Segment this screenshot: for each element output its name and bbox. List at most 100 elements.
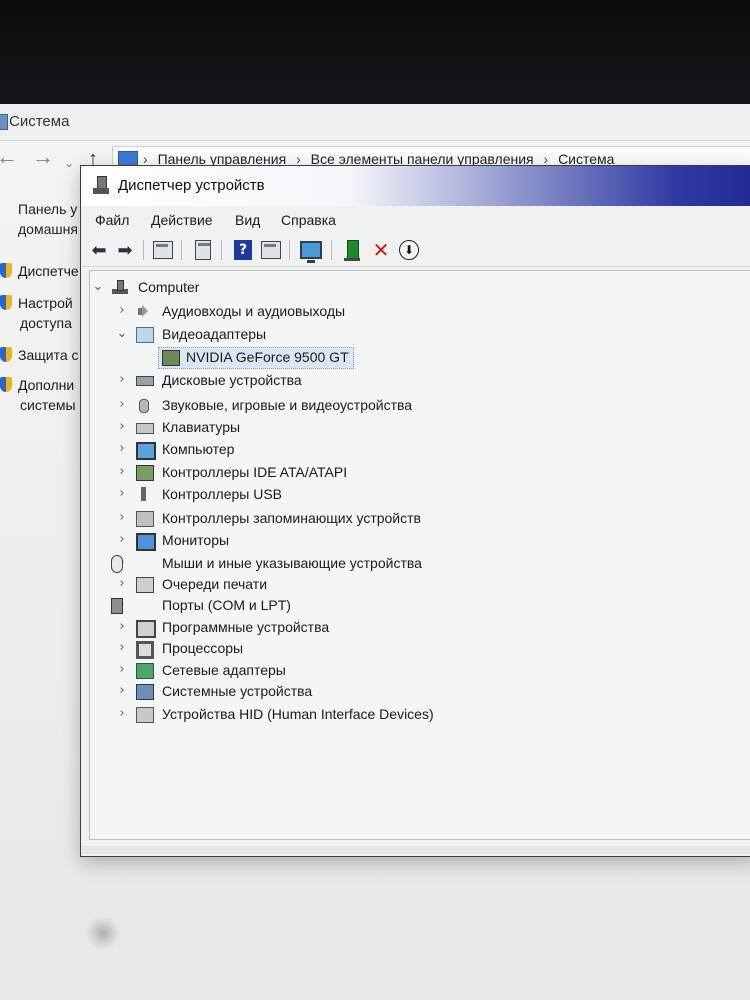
tree-item-label: Дисковые устройства (162, 372, 302, 388)
tree-item-monitors[interactable]: › Мониторы (90, 529, 690, 551)
sidebar-link-label: Диспетче (18, 263, 79, 279)
sidebar-link-device-manager[interactable]: Диспетче (0, 261, 82, 281)
scan-hardware-icon[interactable] (299, 238, 323, 263)
ide-controller-icon (136, 465, 154, 481)
tree-root[interactable]: ⌄ Computer (90, 276, 690, 298)
tree-item-label: Очереди печати (162, 576, 268, 592)
computer-icon (136, 442, 156, 460)
tree-item-label: Контроллеры USB (162, 486, 282, 502)
software-device-icon (136, 620, 156, 638)
chevron-down-icon[interactable]: ⌄ (116, 323, 128, 345)
tree-item-network-adapters[interactable]: › Сетевые адаптеры (90, 659, 690, 681)
back-arrow-icon[interactable]: ← (0, 146, 18, 168)
sidebar-link-label-line2: системы (20, 397, 76, 413)
chevron-right-icon[interactable]: › (116, 416, 128, 438)
chevron-right-icon[interactable]: › (116, 507, 128, 529)
toolbar: ⬅ ➡ ? ✕ ⬇ (81, 234, 750, 267)
system-titlebar: Система (0, 104, 750, 141)
menu-help[interactable]: Справка (281, 212, 336, 228)
chevron-right-icon[interactable]: › (116, 616, 128, 638)
recent-dropdown-icon[interactable]: ⌄ (64, 152, 74, 174)
tree-item-label: Мыши и иные указывающие устройства (162, 555, 422, 571)
tree-item-label: NVIDIA GeForce 9500 GT (186, 349, 349, 365)
tree-item-label: Порты (COM и LPT) (162, 597, 291, 613)
network-adapter-icon (136, 663, 154, 679)
display-adapter-icon (136, 327, 154, 343)
tree-item-keyboards[interactable]: › Клавиатуры (90, 416, 690, 438)
chevron-down-icon[interactable]: ⌄ (92, 276, 104, 298)
chevron-right-icon[interactable]: › (116, 637, 128, 659)
sidebar-link-label: Защита с (18, 347, 79, 363)
tree-item-label: Компьютер (162, 441, 235, 457)
tree-item-print-queues[interactable]: › Очереди печати (90, 573, 690, 595)
properties-view-icon[interactable] (191, 238, 215, 262)
tree-item-label: Сетевые адаптеры (162, 662, 286, 678)
chevron-right-icon[interactable]: › (116, 703, 128, 725)
device-manager-titlebar: Диспетчер устройств (81, 166, 750, 206)
disk-icon (136, 376, 154, 386)
sidebar-heading[interactable]: Панель у домашня (18, 199, 82, 239)
sidebar-link-advanced-settings[interactable]: Дополни системы (0, 375, 82, 415)
help-icon[interactable]: ? (231, 238, 255, 262)
forward-arrow-icon[interactable]: → (32, 146, 54, 168)
tree-item-usb-controllers[interactable]: › Контроллеры USB (90, 483, 690, 505)
tree-item-label: Процессоры (162, 640, 244, 656)
tree-item-storage-controllers[interactable]: › Контроллеры запоминающих устройств (90, 507, 690, 529)
chevron-right-icon[interactable]: › (116, 461, 128, 483)
device-manager-window: Диспетчер устройств Файл Действие Вид Сп… (80, 165, 750, 857)
tree-item-label: Контроллеры запоминающих устройств (162, 510, 421, 526)
tree-item-label: Мониторы (162, 532, 230, 548)
tree-item-hid[interactable]: › Устройства HID (Human Interface Device… (90, 703, 690, 725)
toolbar-separator (331, 240, 332, 260)
tree-item-ports[interactable]: › Порты (COM и LPT) (90, 594, 690, 616)
tree-item-gpu[interactable]: NVIDIA GeForce 9500 GT (90, 346, 690, 369)
tree-item-ide-controllers[interactable]: › Контроллеры IDE ATA/ATAPI (90, 461, 690, 483)
chevron-right-icon[interactable]: › (116, 438, 128, 460)
update-driver-icon[interactable] (341, 238, 365, 262)
chevron-right-icon[interactable]: › (116, 369, 128, 391)
chevron-right-icon[interactable]: › (116, 300, 128, 322)
system-window-title: Система (9, 113, 70, 130)
sidebar-heading-line2: домашня (18, 221, 78, 237)
menu-file[interactable]: Файл (95, 212, 129, 228)
properties-icon[interactable] (151, 238, 175, 262)
uninstall-icon[interactable]: ✕ (369, 238, 393, 262)
chevron-right-icon[interactable]: › (116, 659, 128, 681)
tree-item-label: Клавиатуры (162, 419, 241, 435)
chevron-right-icon[interactable]: › (116, 573, 128, 595)
download-driver-icon[interactable]: ⬇ (397, 238, 421, 262)
tree-item-computer[interactable]: › Компьютер (90, 438, 690, 460)
forward-arrow-icon[interactable]: ➡ (113, 238, 137, 262)
shield-icon (0, 295, 12, 310)
toolbar-separator (143, 240, 144, 260)
tree-item-label: Видеоадаптеры (162, 326, 267, 342)
tree-item-audio[interactable]: › Аудиовходы и аудиовыходы (90, 300, 690, 322)
toolbar-separator (289, 240, 290, 260)
tree-item-system-devices[interactable]: › Системные устройства (90, 680, 690, 702)
chevron-right-icon[interactable]: › (116, 394, 128, 416)
action-view-icon[interactable] (259, 238, 283, 262)
tree-item-software-devices[interactable]: › Программные устройства (90, 616, 690, 638)
tree-item-display-adapters[interactable]: ⌄ Видеоадаптеры (90, 323, 690, 345)
sidebar-heading-line1: Панель у (18, 201, 78, 217)
chevron-right-icon[interactable]: › (116, 483, 128, 505)
tree-item-disk-drives[interactable]: › Дисковые устройства (90, 369, 690, 391)
tree-item-mice[interactable]: › Мыши и иные указывающие устройства (90, 552, 690, 574)
back-arrow-icon[interactable]: ⬅ (87, 238, 111, 262)
tree-item-processors[interactable]: › Процессоры (90, 637, 690, 659)
processor-icon (136, 641, 154, 659)
device-tree[interactable]: ⌄ Computer › Аудиовходы и аудиовыходы ⌄ … (89, 270, 750, 840)
printer-icon (136, 577, 154, 593)
menu-action[interactable]: Действие (151, 212, 213, 228)
chevron-right-icon[interactable]: › (116, 680, 128, 702)
menu-bar: Файл Действие Вид Справка (81, 206, 750, 234)
status-bar (81, 846, 750, 854)
chevron-right-icon[interactable]: › (116, 529, 128, 551)
shield-icon (0, 347, 12, 362)
menu-view[interactable]: Вид (235, 212, 260, 228)
tree-item-label: Аудиовходы и аудиовыходы (162, 303, 346, 319)
sidebar-link-system-protection[interactable]: Защита с (0, 345, 82, 365)
tree-item-label: Системные устройства (162, 683, 313, 699)
tree-item-sound[interactable]: › Звуковые, игровые и видеоустройства (90, 394, 690, 416)
sidebar-link-remote-access[interactable]: Настрой доступа (0, 293, 82, 333)
